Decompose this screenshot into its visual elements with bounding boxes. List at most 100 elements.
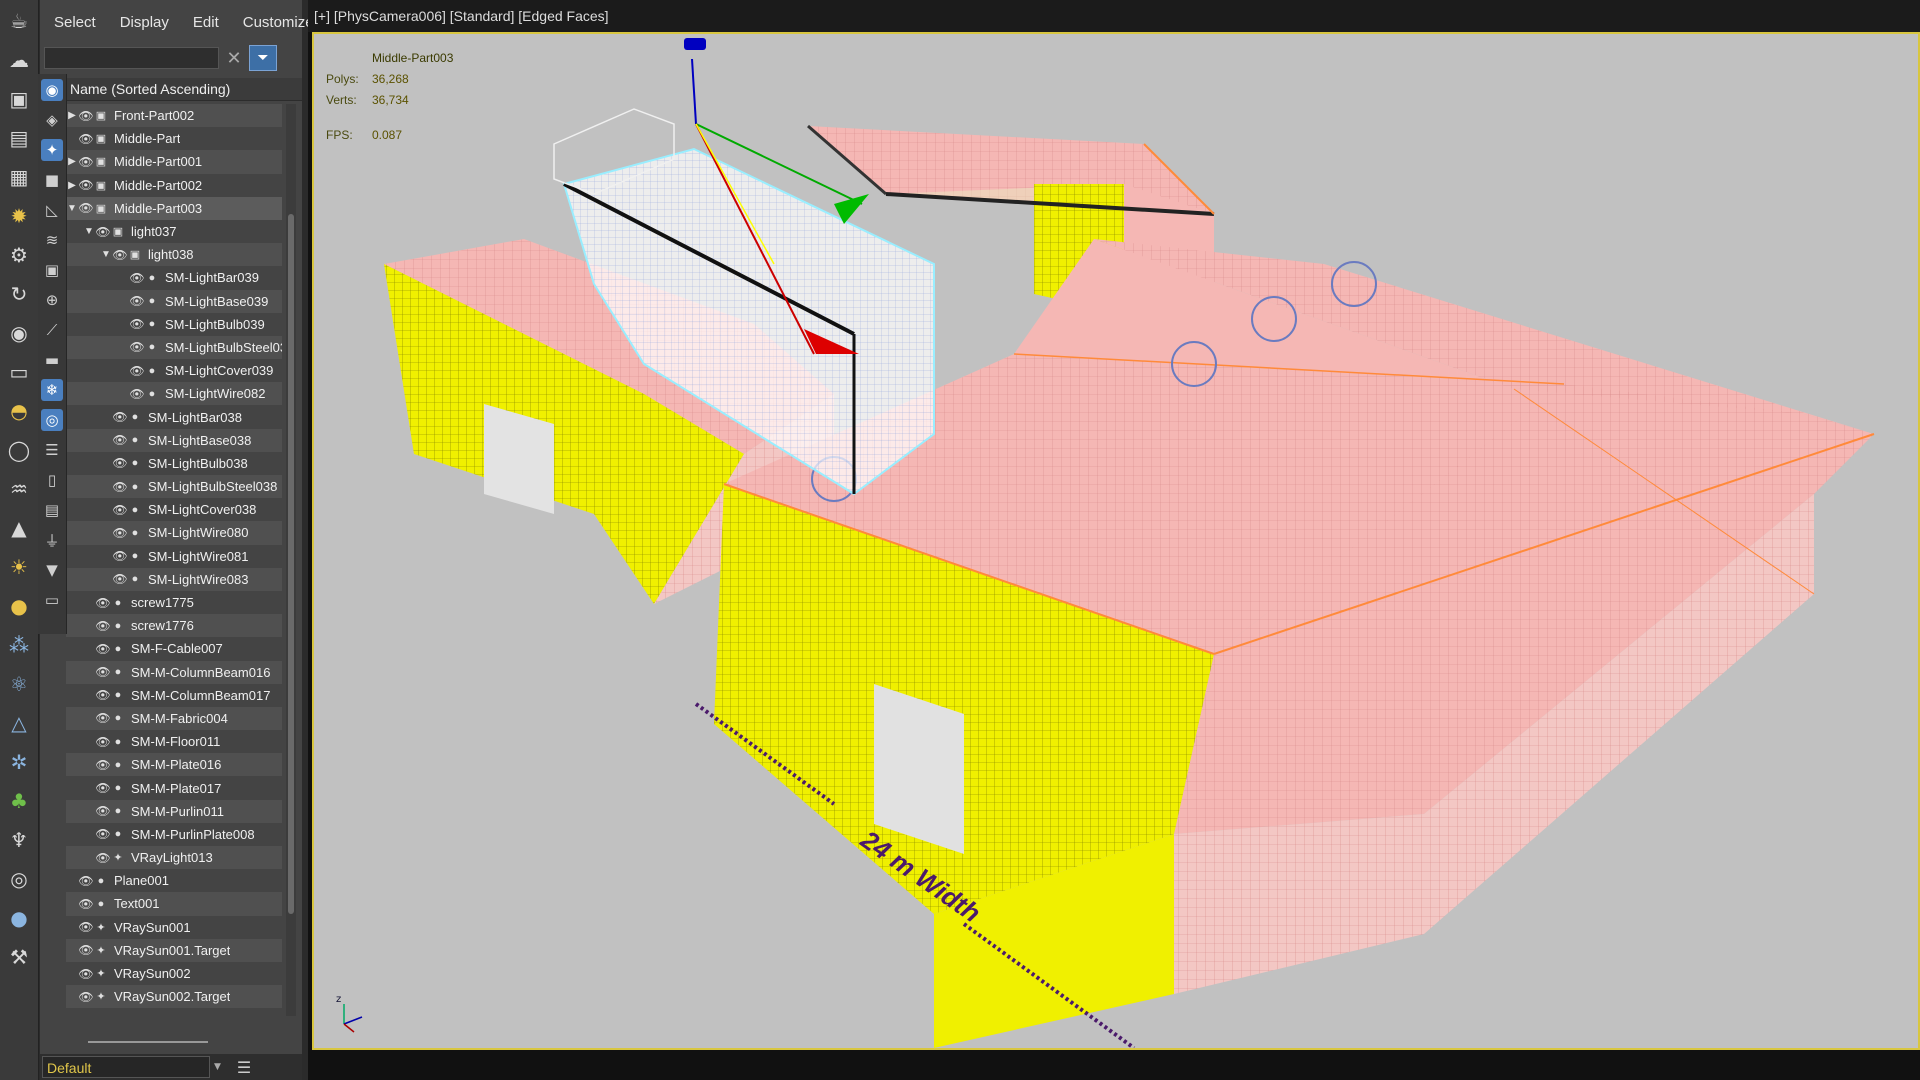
- tree-row[interactable]: 👁 ● screw1776: [66, 614, 282, 638]
- visibility-eye-icon[interactable]: 👁: [78, 178, 94, 192]
- cone-icon[interactable]: ▲: [4, 513, 34, 543]
- page-icon[interactable]: ▯: [41, 469, 63, 491]
- xref-filter-icon[interactable]: ⊕: [41, 289, 63, 311]
- shape-filter-icon[interactable]: ◈: [41, 109, 63, 131]
- visibility-eye-icon[interactable]: 👁: [112, 410, 128, 424]
- sun-icon[interactable]: ☀: [4, 552, 34, 582]
- tree-row[interactable]: 👁 ● SM-M-Fabric004: [66, 706, 282, 731]
- visibility-eye-icon[interactable]: 👁: [95, 827, 111, 841]
- expand-down-icon[interactable]: ▼: [100, 249, 112, 260]
- molecule-icon[interactable]: ⚛: [4, 669, 34, 699]
- tree-row[interactable]: ▼ 👁 ▣ light037: [66, 220, 282, 243]
- visibility-eye-icon[interactable]: 👁: [112, 433, 128, 447]
- visibility-eye-icon[interactable]: 👁: [129, 271, 145, 285]
- gear-icon[interactable]: ✲: [4, 747, 34, 777]
- tree-row[interactable]: ▼ 👁 ▣ Middle-Part003: [66, 196, 282, 220]
- horizontal-scrollbar[interactable]: [68, 1036, 302, 1048]
- tree-row[interactable]: 👁 ● SM-LightBulbSteel039: [66, 335, 282, 360]
- document-icon[interactable]: ▤: [41, 499, 63, 521]
- visibility-eye-icon[interactable]: 👁: [95, 619, 111, 633]
- tree-scrollbar-thumb[interactable]: [288, 214, 294, 914]
- visibility-eye-icon[interactable]: 👁: [129, 340, 145, 354]
- tree-row[interactable]: 👁 ▣ Middle-Part: [66, 127, 282, 150]
- visibility-eye-icon[interactable]: 👁: [95, 642, 111, 656]
- tree-row[interactable]: 👁 ● SM-LightWire081: [66, 545, 282, 568]
- sphere-icon[interactable]: ◯: [4, 435, 34, 465]
- tree-row[interactable]: ▶ 👁 ▣ Middle-Part001: [66, 150, 282, 174]
- visibility-eye-icon[interactable]: 👁: [95, 665, 111, 679]
- render-frame-icon[interactable]: ▣: [4, 84, 34, 114]
- tree-row[interactable]: 👁 ● SM-LightCover038: [66, 498, 282, 521]
- dome-icon[interactable]: ◓: [4, 396, 34, 426]
- visibility-eye-icon[interactable]: 👁: [112, 456, 128, 470]
- tree-row[interactable]: 👁 ✦ VRaySun001.Target: [66, 938, 282, 962]
- tree-scrollbar[interactable]: [286, 104, 296, 1016]
- list-view-icon[interactable]: ☰: [41, 439, 63, 461]
- tree-row[interactable]: 👁 ● Plane001: [66, 869, 282, 892]
- expand-right-icon[interactable]: ▶: [66, 110, 78, 121]
- lightbulb-icon[interactable]: ✹: [4, 201, 34, 231]
- tree-row[interactable]: 👁 ● Text001: [66, 892, 282, 916]
- tree-row[interactable]: 👁 ● SM-M-PurlinPlate008: [66, 823, 282, 846]
- clear-icon[interactable]: ✕: [223, 48, 245, 69]
- chevron-down-icon[interactable]: ▼: [214, 1062, 221, 1072]
- visibility-eye-icon[interactable]: 👁: [78, 967, 94, 981]
- visibility-eye-icon[interactable]: 👁: [78, 201, 94, 215]
- visibility-eye-icon[interactable]: 👁: [112, 248, 128, 262]
- tree-row[interactable]: 👁 ● SM-M-ColumnBeam016: [66, 660, 282, 684]
- tree-row[interactable]: 👁 ● SM-LightBar039: [66, 266, 282, 289]
- hair-icon[interactable]: ♆: [4, 825, 34, 855]
- viewport-canvas[interactable]: Middle-Part003 Polys: 36,268 Verts: 36,734…: [312, 32, 1920, 1050]
- camera-filter-icon[interactable]: ■: [41, 169, 63, 191]
- table-icon[interactable]: ▦: [4, 162, 34, 192]
- visibility-eye-icon[interactable]: 👁: [78, 155, 94, 169]
- circular-arrow-icon[interactable]: ↻: [4, 279, 34, 309]
- bone-filter-icon[interactable]: ⟋: [41, 319, 63, 341]
- tree-row[interactable]: 👁 ● SM-LightWire083: [66, 567, 282, 591]
- funnel-icon[interactable]: ⏚: [41, 529, 63, 551]
- visibility-eye-icon[interactable]: 👁: [78, 132, 94, 146]
- viewport-label[interactable]: [+] [PhysCamera006] [Standard] [Edged Fa…: [308, 0, 1920, 32]
- layer-dropdown[interactable]: Default: [42, 1056, 210, 1078]
- tree-row[interactable]: 👁 ● SM-M-Plate017: [66, 776, 282, 799]
- filter-funnel-icon[interactable]: ▼: [41, 559, 63, 581]
- tree-row[interactable]: 👁 ● SM-LightBulb039: [66, 313, 282, 336]
- visibility-eye-icon[interactable]: 👁: [112, 480, 128, 494]
- visibility-eye-icon[interactable]: 👁: [112, 503, 128, 517]
- frozen-filter-icon[interactable]: ❄: [41, 379, 63, 401]
- tree-row[interactable]: 👁 ✦ VRaySun002.Target: [66, 985, 282, 1009]
- visibility-eye-icon[interactable]: 👁: [95, 688, 111, 702]
- visibility-eye-icon[interactable]: 👁: [112, 572, 128, 586]
- menu-customize[interactable]: Customize: [243, 14, 314, 31]
- visibility-eye-icon[interactable]: 👁: [95, 735, 111, 749]
- menu-select[interactable]: Select: [54, 14, 96, 31]
- expand-down-icon[interactable]: ▼: [83, 226, 95, 237]
- tree-row[interactable]: 👁 ● SM-LightBulbSteel038: [66, 475, 282, 499]
- fur-icon[interactable]: ♒: [4, 474, 34, 504]
- visibility-eye-icon[interactable]: 👁: [78, 943, 94, 957]
- tree-row[interactable]: 👁 ✦ VRaySun002: [66, 962, 282, 985]
- visibility-eye-icon[interactable]: 👁: [95, 225, 111, 239]
- tree-row[interactable]: 👁 ● SM-LightBar038: [66, 405, 282, 428]
- settings-icon[interactable]: ⚒: [4, 942, 34, 972]
- hidden-filter-icon[interactable]: ◎: [41, 409, 63, 431]
- container-filter-icon[interactable]: ▬: [41, 349, 63, 371]
- cloud-icon[interactable]: ☁: [4, 45, 34, 75]
- scatter-icon[interactable]: ⁂: [4, 630, 34, 660]
- robot-icon[interactable]: ⚙: [4, 240, 34, 270]
- rectangle-icon[interactable]: ▭: [4, 357, 34, 387]
- visibility-eye-icon[interactable]: 👁: [112, 549, 128, 563]
- visibility-eye-icon[interactable]: 👁: [95, 596, 111, 610]
- tree-row[interactable]: 👁 ● SM-LightWire080: [66, 521, 282, 545]
- visibility-eye-icon[interactable]: 👁: [95, 804, 111, 818]
- calendar-icon[interactable]: ▭: [41, 589, 63, 611]
- tree-row[interactable]: 👁 ● SM-LightCover039: [66, 359, 282, 382]
- search-input[interactable]: [44, 47, 219, 69]
- spacewarp-filter-icon[interactable]: ≋: [41, 229, 63, 251]
- tree-row[interactable]: 👁 ● SM-LightBase039: [66, 289, 282, 313]
- tree-row[interactable]: 👁 ● SM-LightWire082: [66, 382, 282, 406]
- camera-icon[interactable]: ◉: [4, 318, 34, 348]
- group-filter-icon[interactable]: ▣: [41, 259, 63, 281]
- expand-right-icon[interactable]: ▶: [66, 180, 78, 191]
- menu-display[interactable]: Display: [120, 14, 169, 31]
